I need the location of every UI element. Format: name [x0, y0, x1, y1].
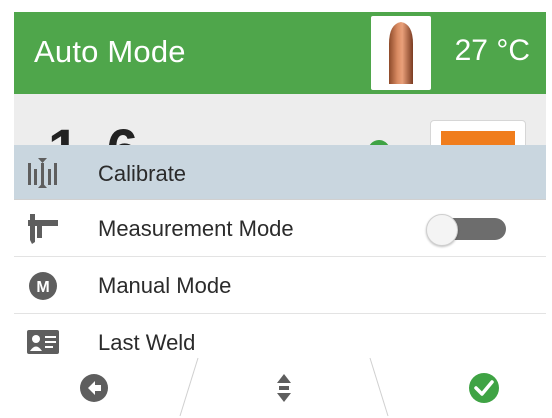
calibrate-icon: [26, 157, 60, 189]
id-card-icon: [26, 326, 60, 358]
bottom-toolbar: [14, 356, 546, 418]
manual-mode-icon: M: [26, 269, 60, 301]
scroll-button[interactable]: [266, 370, 302, 406]
confirm-button[interactable]: [466, 370, 502, 406]
menu-item-label: Calibrate: [98, 161, 187, 186]
up-down-icon: [277, 374, 291, 402]
temperature-readout: 27 °C: [454, 34, 530, 67]
mode-title: Auto Mode: [34, 34, 186, 69]
frame-right: [546, 0, 552, 418]
confirm-check-icon: [469, 373, 499, 403]
frame-left: [0, 0, 14, 418]
back-button[interactable]: [76, 370, 112, 406]
toggle-knob: [426, 214, 458, 246]
menu-item-label: Manual Mode: [98, 273, 232, 298]
measurement-mode-toggle[interactable]: [426, 214, 506, 246]
menu-item-label: Measurement Mode: [98, 216, 294, 241]
menu-item-calibrate[interactable]: Calibrate: [14, 145, 546, 200]
menu-item-measurement-mode[interactable]: Measurement Mode: [14, 200, 546, 257]
manual-mode-letter: M: [36, 279, 49, 296]
toolbar-divider: [369, 357, 389, 417]
back-icon: [80, 374, 108, 402]
menu-item-label: Last Weld: [98, 330, 196, 355]
toolbar-divider: [179, 357, 199, 417]
main-readout-area: 1.6 mm: [14, 94, 546, 150]
bullet-icon[interactable]: [371, 16, 431, 90]
overlay-menu: Calibrate Measurement Mode M Manual Mode: [14, 145, 546, 371]
caliper-icon: [26, 212, 60, 244]
header-bar: Auto Mode 27 °C: [14, 12, 546, 94]
menu-item-manual-mode[interactable]: M Manual Mode: [14, 257, 546, 314]
